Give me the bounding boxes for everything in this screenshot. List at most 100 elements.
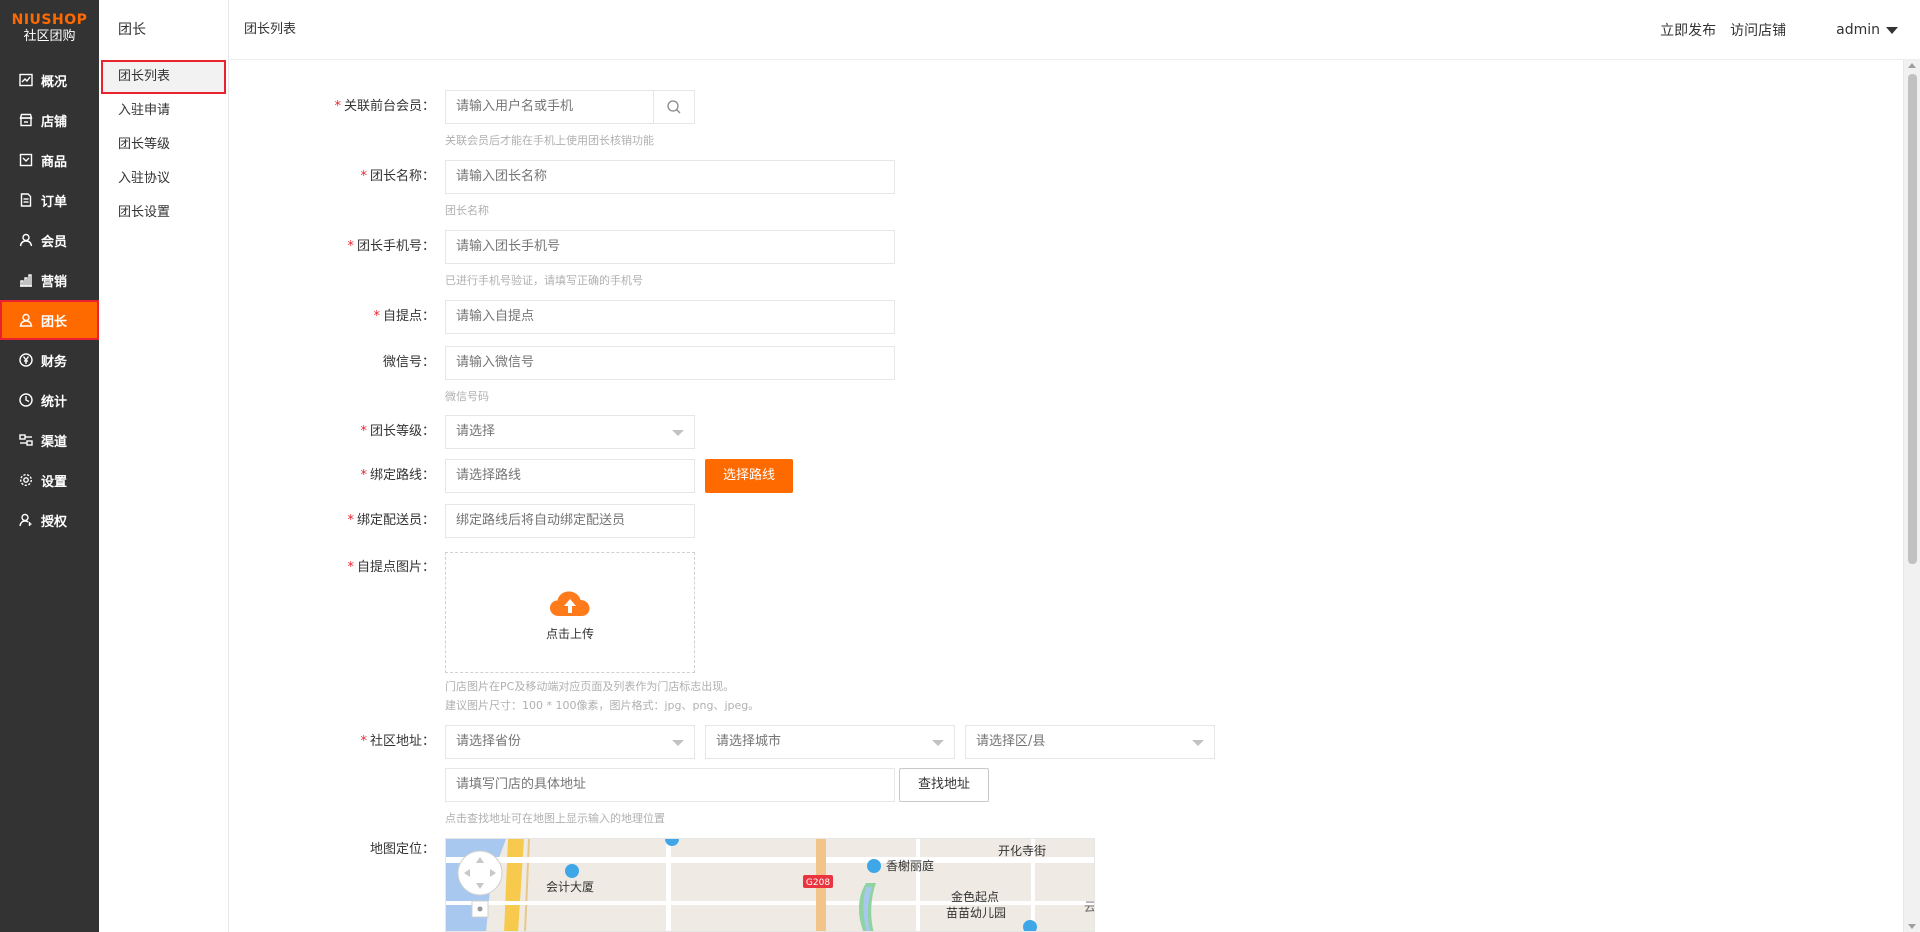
username: admin xyxy=(1836,22,1880,38)
chevron-down-icon xyxy=(1192,740,1204,746)
top-header: 团长列表 立即发布 访问店铺 admin xyxy=(229,0,1920,60)
province-select[interactable]: 请选择省份 xyxy=(445,725,695,759)
required-mark: * xyxy=(360,169,367,184)
district-select-value: 请选择区/县 xyxy=(976,734,1046,749)
district-select[interactable]: 请选择区/县 xyxy=(965,725,1215,759)
main-sidebar: NIUSHOP 社区团购 概况 店铺 商品 订单 会员 营销 团长 财务 统计 … xyxy=(0,0,99,932)
sub-sidebar: 团长 团长列表 入驻申请 团长等级 入驻协议 团长设置 xyxy=(99,0,229,932)
leader-phone-input[interactable]: 请输入团长手机号 xyxy=(445,230,895,264)
submenu-item-levels[interactable]: 团长等级 xyxy=(99,128,228,162)
map-label: 地图定位： xyxy=(369,842,435,857)
nav-item-orders[interactable]: 订单 xyxy=(0,180,99,220)
nav-label: 团长 xyxy=(41,314,68,330)
gear-icon xyxy=(19,473,33,487)
map-place: 开化寺街 xyxy=(998,844,1046,858)
city-select-value: 请选择城市 xyxy=(716,734,782,749)
user-menu[interactable]: admin xyxy=(1836,22,1898,38)
pickup-input[interactable]: 请输入自提点 xyxy=(445,300,895,334)
wechat-hint: 微信号码 xyxy=(445,390,489,403)
person-icon xyxy=(19,313,33,327)
submenu-item-applications[interactable]: 入驻申请 xyxy=(99,94,228,128)
document-icon xyxy=(19,193,33,207)
nav-label: 店铺 xyxy=(41,114,68,130)
nav-item-overview[interactable]: 概况 xyxy=(0,60,99,100)
submenu-item-leader-list[interactable]: 团长列表 xyxy=(101,60,226,94)
goods-icon xyxy=(19,153,33,167)
nav-label: 概况 xyxy=(41,74,68,90)
submenu-item-settings[interactable]: 团长设置 xyxy=(99,196,228,230)
required-mark: * xyxy=(360,734,367,749)
chevron-down-icon xyxy=(932,740,944,746)
scroll-down-icon[interactable] xyxy=(1908,924,1916,929)
leader-form: * 关联前台会员： 请输入用户名或手机 关联会员后才能在手机上使用团长核销功能 *… xyxy=(229,60,1899,932)
logo[interactable]: NIUSHOP 社区团购 xyxy=(0,0,99,60)
map-canvas: G208 会计大厦 香榭丽庭 开化寺街 金色起点 苗苗幼儿园 云 xyxy=(446,839,1094,931)
submenu-item-agreement[interactable]: 入驻协议 xyxy=(99,162,228,196)
nav-item-leader[interactable]: 团长 xyxy=(0,300,99,340)
courier-input[interactable]: 绑定路线后将自动绑定配送员 xyxy=(445,504,695,538)
nav-label: 商品 xyxy=(41,154,68,170)
nav-item-settings[interactable]: 设置 xyxy=(0,460,99,500)
nav-item-authorize[interactable]: 授权 xyxy=(0,500,99,540)
channels-icon xyxy=(19,433,33,447)
chart-line-icon xyxy=(19,73,33,87)
nav-item-marketing[interactable]: 营销 xyxy=(0,260,99,300)
scroll-up-icon[interactable] xyxy=(1908,63,1916,68)
upload-label: 点击上传 xyxy=(545,627,594,641)
member-search-button[interactable] xyxy=(653,90,695,124)
nav-item-members[interactable]: 会员 xyxy=(0,220,99,260)
chevron-down-icon xyxy=(672,430,684,436)
required-mark: * xyxy=(360,468,367,483)
nav-item-channels[interactable]: 渠道 xyxy=(0,420,99,460)
select-route-button[interactable]: 选择路线 xyxy=(705,459,793,493)
map-place: 香榭丽庭 xyxy=(886,858,934,873)
pickup-label: * 自提点： xyxy=(373,309,435,324)
province-select-value: 请选择省份 xyxy=(456,734,522,749)
map-place: 会计大厦 xyxy=(546,880,594,894)
wechat-label: 微信号： xyxy=(382,355,435,370)
level-select-value: 请选择 xyxy=(456,424,496,439)
phone-label: * 团长手机号： xyxy=(347,239,435,254)
member-label: * 关联前台会员： xyxy=(334,99,435,114)
map-place: G208 xyxy=(806,878,830,888)
map-view[interactable]: G208 会计大厦 香榭丽庭 开化寺街 金色起点 苗苗幼儿园 云 xyxy=(445,838,1095,932)
leader-name-input[interactable]: 请输入团长名称 xyxy=(445,160,895,194)
nav-label: 授权 xyxy=(41,514,68,530)
required-mark: * xyxy=(347,560,354,575)
address-label: * 社区地址： xyxy=(360,734,435,749)
image-label: * 自提点图片： xyxy=(347,560,435,575)
required-mark: * xyxy=(360,424,367,439)
level-select[interactable]: 请选择 xyxy=(445,415,695,449)
header-links: 立即发布 访问店铺 admin xyxy=(1646,0,1898,60)
route-label: * 绑定路线： xyxy=(360,468,435,483)
publish-link[interactable]: 立即发布 xyxy=(1660,20,1716,40)
nav-item-store[interactable]: 店铺 xyxy=(0,100,99,140)
level-label: * 团长等级： xyxy=(360,424,435,439)
address-hint: 点击查找地址可在地图上显示输入的地理位置 xyxy=(445,812,665,825)
image-upload-area[interactable]: 点击上传 xyxy=(445,552,695,673)
visit-store-link[interactable]: 访问店铺 xyxy=(1730,20,1786,40)
brand-name: NIUSHOP xyxy=(11,12,88,28)
wechat-input[interactable]: 请输入微信号 xyxy=(445,346,895,380)
city-select[interactable]: 请选择城市 xyxy=(705,725,955,759)
required-mark: * xyxy=(334,99,341,114)
breadcrumb: 团长列表 xyxy=(244,22,297,37)
nav-item-goods[interactable]: 商品 xyxy=(0,140,99,180)
user-icon xyxy=(19,233,33,247)
page-scrollbar[interactable] xyxy=(1903,60,1920,932)
nav-item-statistics[interactable]: 统计 xyxy=(0,380,99,420)
address-detail-input[interactable]: 请填写门店的具体地址 xyxy=(445,768,895,802)
chevron-down-icon xyxy=(672,740,684,746)
cloud-upload-icon xyxy=(446,589,694,623)
member-hint: 关联会员后才能在手机上使用团长核销功能 xyxy=(445,134,654,147)
name-hint: 团长名称 xyxy=(445,204,489,217)
search-icon xyxy=(667,100,681,114)
route-input[interactable]: 请选择路线 xyxy=(445,459,695,493)
scrollbar-thumb[interactable] xyxy=(1908,74,1917,564)
nav-label: 营销 xyxy=(41,274,68,290)
find-address-button[interactable]: 查找地址 xyxy=(899,768,989,802)
nav-label: 会员 xyxy=(41,234,68,250)
nav-item-finance[interactable]: 财务 xyxy=(0,340,99,380)
nav-label: 设置 xyxy=(41,474,68,490)
phone-hint: 已进行手机号验证，请填写正确的手机号 xyxy=(445,274,643,287)
